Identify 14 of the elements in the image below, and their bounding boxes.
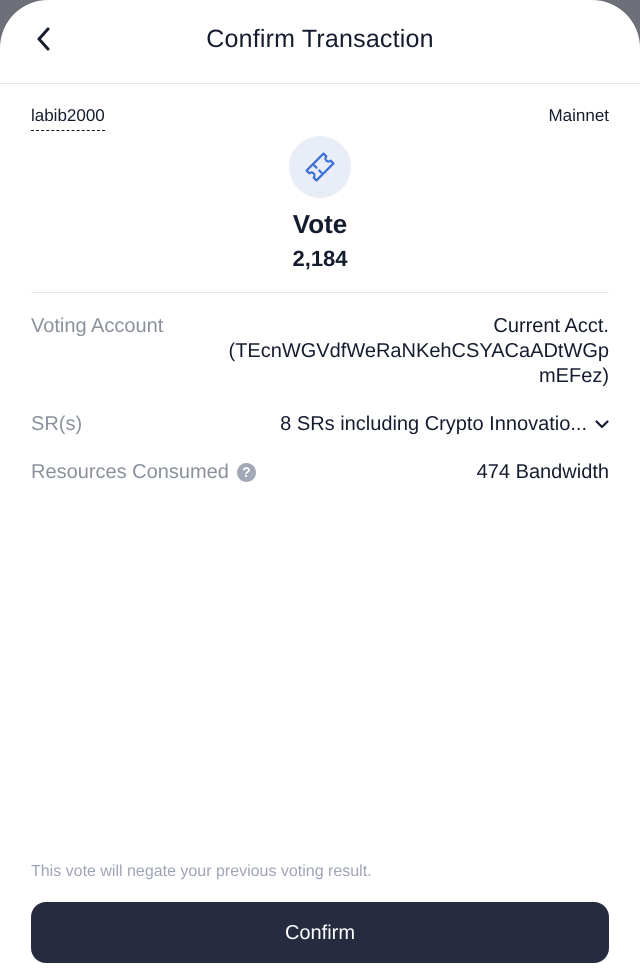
screen-title: Confirm Transaction xyxy=(206,24,434,55)
warning-notice: This vote will negate your previous voting result. xyxy=(31,862,373,882)
detail-label: SR(s) xyxy=(31,412,82,437)
detail-value: 474 Bandwidth xyxy=(476,460,609,485)
network-label: Mainnet xyxy=(548,105,609,127)
account-name[interactable]: labib2000 xyxy=(31,105,105,131)
sr-dropdown[interactable]: 8 SRs including Crypto Innovatio... xyxy=(280,412,609,437)
transaction-type: Vote xyxy=(292,208,348,240)
vote-amount: 2,184 xyxy=(292,245,348,273)
confirm-button[interactable]: Confirm xyxy=(31,902,609,963)
detail-label: Voting Account xyxy=(31,314,164,339)
detail-value: Current Acct. (TEcnWGVdfWeRaNKehCSYACaADtWGpmEFez) xyxy=(228,314,609,389)
detail-label: Resources Consumed xyxy=(31,460,229,485)
back-icon xyxy=(36,27,50,51)
